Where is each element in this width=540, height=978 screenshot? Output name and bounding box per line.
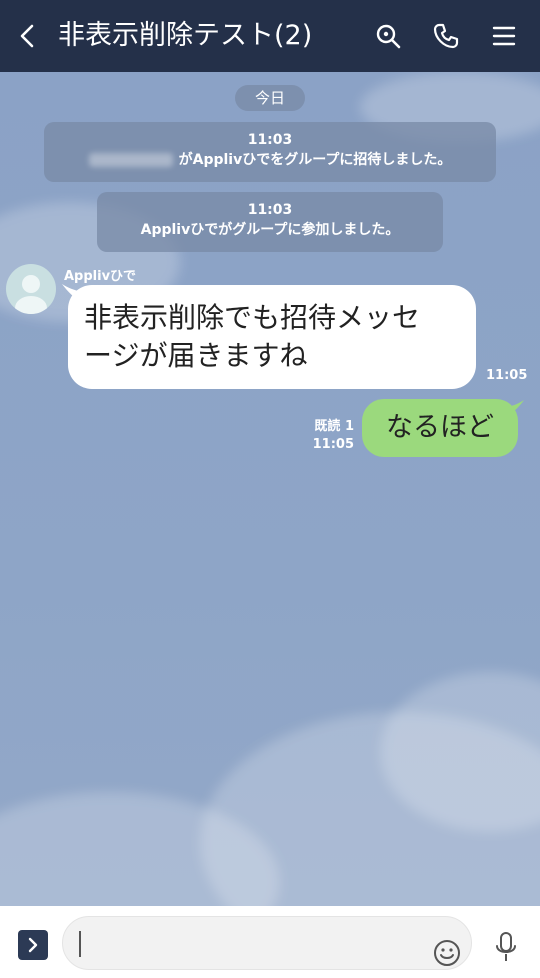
system-message-join: 11:03 Applivひでがグループに参加しました。 <box>97 192 443 252</box>
default-avatar-icon <box>15 275 47 314</box>
chat-title: 非表示削除テスト(2) <box>58 20 313 51</box>
expand-menu-button[interactable] <box>18 930 48 960</box>
phone-icon[interactable] <box>430 20 462 52</box>
menu-icon[interactable] <box>488 20 520 52</box>
emoji-icon[interactable] <box>432 938 462 968</box>
message-input[interactable] <box>62 916 472 970</box>
microphone-icon[interactable] <box>492 930 520 966</box>
avatar[interactable] <box>6 264 56 314</box>
outgoing-message-bubble[interactable]: なるほど <box>362 399 518 457</box>
message-time: 11:05 <box>312 437 354 452</box>
blurred-username <box>88 153 173 167</box>
system-message-text: がApplivひでをグループに招待しました。 <box>178 152 452 168</box>
read-label: 既読 1 <box>314 419 354 434</box>
message-text-line: 非表示削除でも招待メッセ <box>84 301 421 334</box>
system-message-text: Applivひでがグループに参加しました。 <box>140 222 400 238</box>
message-time: 11:05 <box>486 368 528 383</box>
message-input-bar <box>0 906 540 978</box>
read-receipt: 既読 1 11:05 <box>306 418 354 454</box>
message-text-line: ージが届きますね <box>84 339 308 372</box>
system-message-time: 11:03 <box>247 132 293 148</box>
chevron-right-icon <box>28 937 38 953</box>
system-message-time: 11:03 <box>247 202 293 218</box>
date-separator: 今日 <box>235 85 305 111</box>
chat-area[interactable]: 今日 11:03 がApplivひでをグループに招待しました。 11:03 Ap… <box>0 72 540 906</box>
chat-header: 非表示削除テスト(2) <box>0 0 540 72</box>
chevron-left-icon[interactable] <box>14 20 42 52</box>
search-icon[interactable] <box>372 20 404 52</box>
incoming-message-bubble[interactable]: 非表示削除でも招待メッセ ージが届きますね <box>68 285 476 389</box>
system-message-invite: 11:03 がApplivひでをグループに招待しました。 <box>44 122 496 182</box>
text-caret <box>79 931 81 957</box>
